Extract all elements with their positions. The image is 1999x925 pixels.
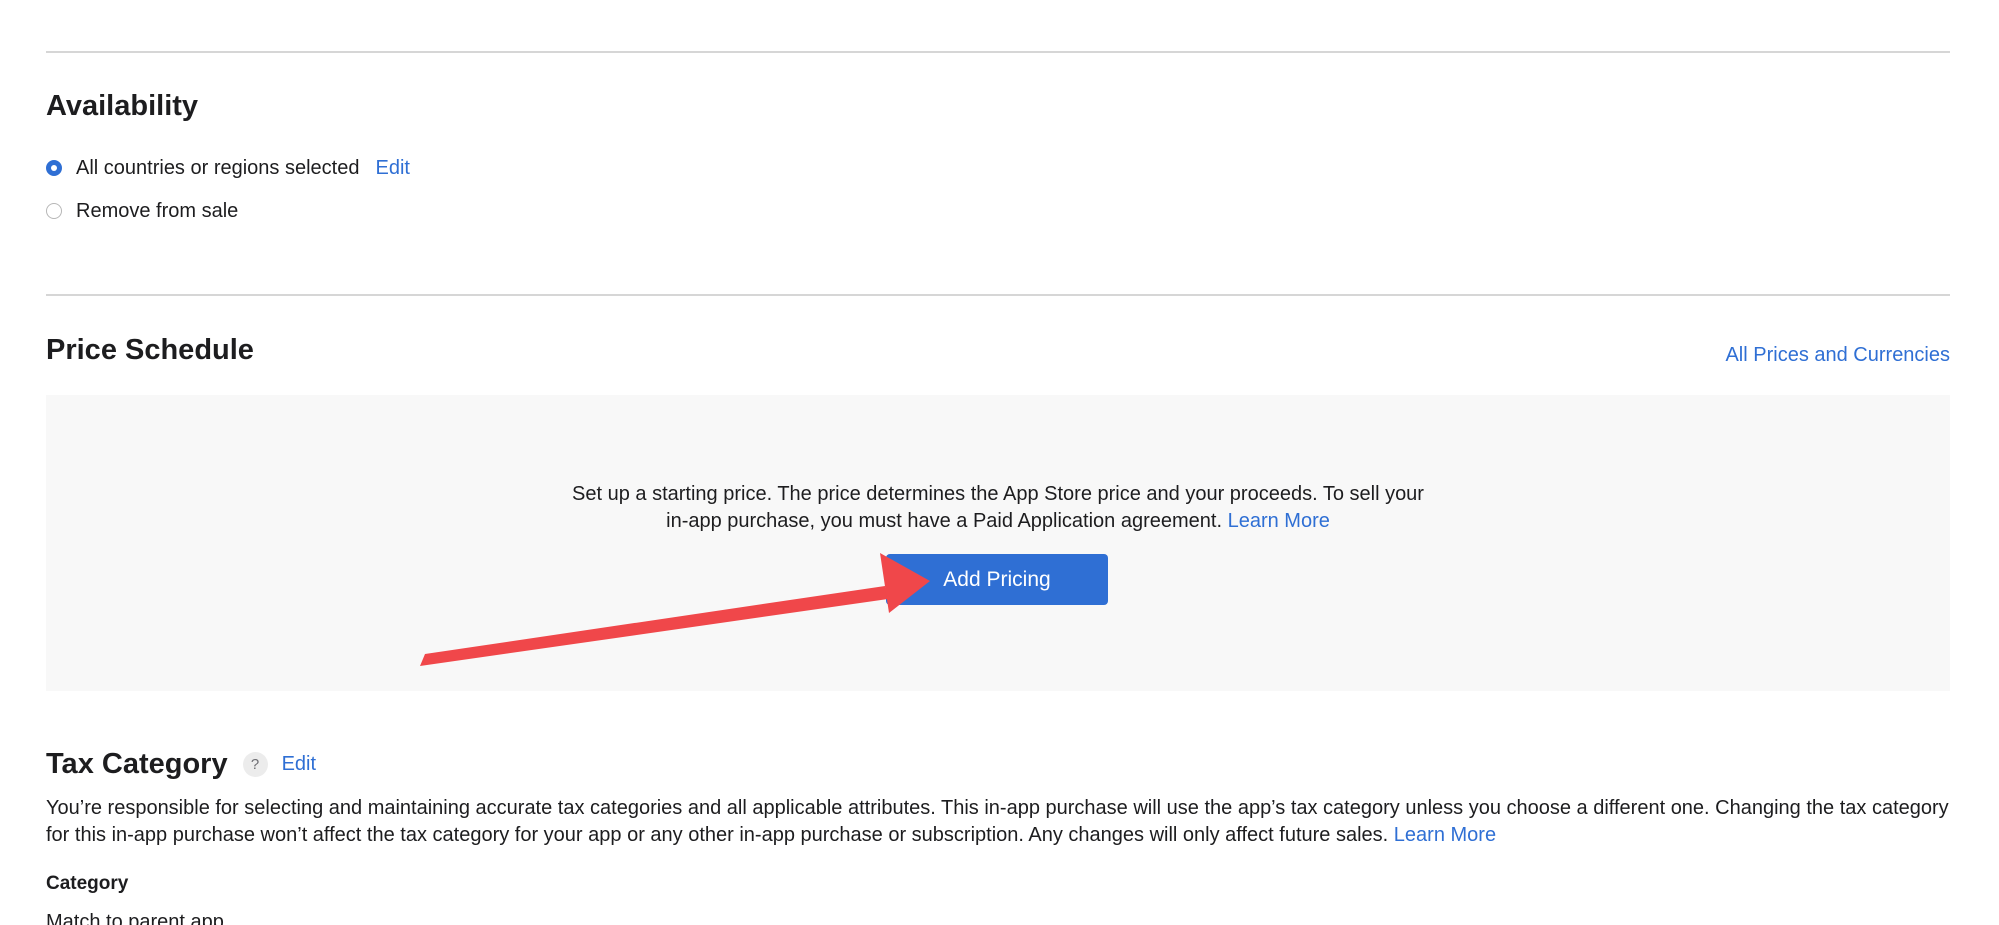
divider	[46, 51, 1950, 53]
availability-title: Availability	[46, 90, 199, 122]
category-value: Match to parent app	[46, 911, 224, 925]
radio-unselected-icon[interactable]	[46, 203, 62, 219]
price-schedule-panel: Set up a starting price. The price deter…	[46, 395, 1950, 691]
tax-category-header: Tax Category ? Edit	[46, 742, 316, 786]
radio-option-all-countries[interactable]: All countries or regions selected Edit	[46, 154, 410, 182]
price-description-line2: in-app purchase, you must have a Paid Ap…	[666, 510, 1223, 532]
divider	[46, 294, 1950, 296]
radio-selected-icon[interactable]	[46, 160, 62, 176]
tax-category-description: You’re responsible for selecting and mai…	[46, 797, 1949, 846]
learn-more-link[interactable]: Learn More	[1228, 510, 1330, 532]
tax-category-description-block: You’re responsible for selecting and mai…	[46, 795, 1950, 849]
radio-label: All countries or regions selected	[76, 156, 360, 179]
price-schedule-title: Price Schedule	[46, 334, 254, 366]
tax-category-title: Tax Category	[46, 747, 228, 780]
add-pricing-button[interactable]: Add Pricing	[886, 554, 1108, 605]
radio-label: Remove from sale	[76, 199, 239, 222]
category-label: Category	[46, 873, 129, 894]
price-description-line1: Set up a starting price. The price deter…	[572, 483, 1424, 505]
price-description: Set up a starting price. The price deter…	[46, 481, 1950, 535]
help-icon[interactable]: ?	[242, 751, 268, 777]
page: Availability All countries or regions se…	[0, 0, 1999, 925]
all-prices-currencies-link[interactable]: All Prices and Currencies	[1725, 344, 1950, 367]
edit-tax-category-link[interactable]: Edit	[282, 753, 316, 776]
radio-option-remove-from-sale[interactable]: Remove from sale	[46, 197, 238, 225]
tax-learn-more-link[interactable]: Learn More	[1394, 824, 1496, 846]
price-description-line2-row: in-app purchase, you must have a Paid Ap…	[46, 508, 1950, 535]
edit-availability-link[interactable]: Edit	[375, 157, 409, 180]
